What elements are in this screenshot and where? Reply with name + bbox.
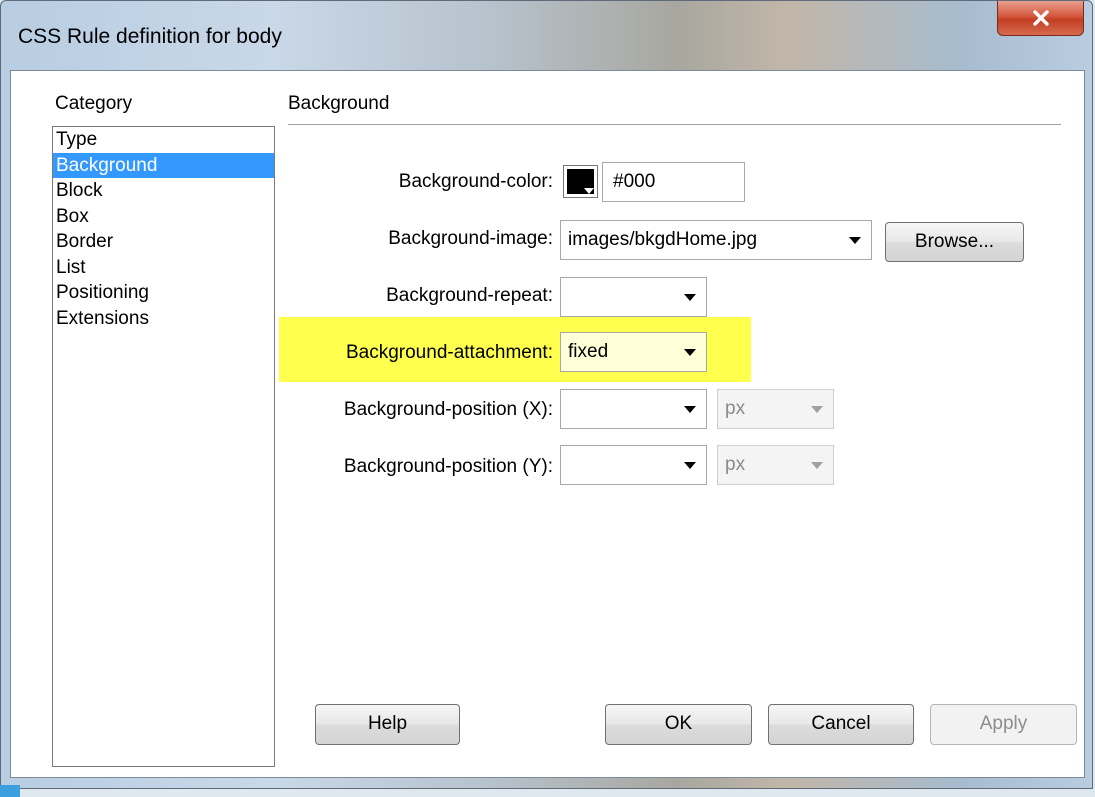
category-item-block[interactable]: Block bbox=[53, 178, 274, 204]
category-item-list[interactable]: List bbox=[53, 255, 274, 281]
category-item-background[interactable]: Background bbox=[53, 152, 274, 178]
section-title: Background bbox=[288, 93, 390, 114]
category-list[interactable]: Type Background Block Box Border List Po… bbox=[52, 126, 275, 767]
background-image-label: Background-image: bbox=[388, 228, 553, 249]
background-attachment-label: Background-attachment: bbox=[345, 342, 553, 363]
category-item-type[interactable]: Type bbox=[53, 127, 274, 153]
background-position-y-select[interactable] bbox=[560, 445, 707, 485]
ok-button[interactable]: OK bbox=[605, 704, 752, 745]
title-bar[interactable]: CSS Rule definition for body bbox=[1, 1, 1092, 71]
dialog-window: CSS Rule definition for body Category Ty… bbox=[0, 0, 1093, 789]
background-color-label: Background-color: bbox=[398, 171, 553, 192]
background-image-value: images/bkgdHome.jpg bbox=[568, 229, 758, 250]
category-label: Category bbox=[55, 93, 133, 114]
dialog-body: Category Type Background Block Box Borde… bbox=[10, 70, 1085, 778]
cancel-button[interactable]: Cancel bbox=[768, 704, 914, 745]
apply-button[interactable]: Apply bbox=[930, 704, 1077, 745]
chevron-down-icon bbox=[684, 349, 696, 356]
close-button[interactable] bbox=[997, 1, 1084, 36]
browse-button[interactable]: Browse... bbox=[885, 222, 1024, 262]
section-divider bbox=[288, 124, 1061, 125]
taskbar-edge bbox=[0, 785, 20, 797]
chevron-down-icon bbox=[849, 237, 861, 244]
chevron-down-icon bbox=[811, 406, 823, 413]
background-position-x-label: Background-position (X): bbox=[343, 399, 553, 420]
color-picker-arrow-icon bbox=[584, 188, 594, 194]
background-attachment-select[interactable]: fixed bbox=[560, 332, 707, 372]
category-item-border[interactable]: Border bbox=[53, 229, 274, 255]
background-position-y-unit: px bbox=[725, 454, 746, 475]
background-attachment-value: fixed bbox=[568, 341, 609, 362]
background-repeat-label: Background-repeat: bbox=[386, 285, 553, 306]
close-icon bbox=[1032, 10, 1049, 26]
help-button[interactable]: Help bbox=[315, 704, 460, 745]
color-picker-button[interactable] bbox=[563, 165, 598, 198]
background-repeat-select[interactable] bbox=[560, 277, 707, 317]
window-title: CSS Rule definition for body bbox=[18, 25, 282, 48]
category-item-extensions[interactable]: Extensions bbox=[53, 306, 274, 332]
background-position-y-label: Background-position (Y): bbox=[343, 456, 553, 477]
chevron-down-icon bbox=[811, 462, 823, 469]
chevron-down-icon bbox=[684, 462, 696, 469]
chevron-down-icon bbox=[684, 294, 696, 301]
background-color-input[interactable]: #000 bbox=[602, 162, 745, 202]
background-position-x-unit: px bbox=[725, 398, 746, 419]
background-position-x-select[interactable] bbox=[560, 389, 707, 429]
category-item-positioning[interactable]: Positioning bbox=[53, 280, 274, 306]
background-position-x-unit-select[interactable]: px bbox=[717, 389, 834, 429]
chevron-down-icon bbox=[684, 406, 696, 413]
background-position-y-unit-select[interactable]: px bbox=[717, 445, 834, 485]
background-image-combo[interactable]: images/bkgdHome.jpg bbox=[560, 220, 872, 260]
category-item-box[interactable]: Box bbox=[53, 204, 274, 230]
